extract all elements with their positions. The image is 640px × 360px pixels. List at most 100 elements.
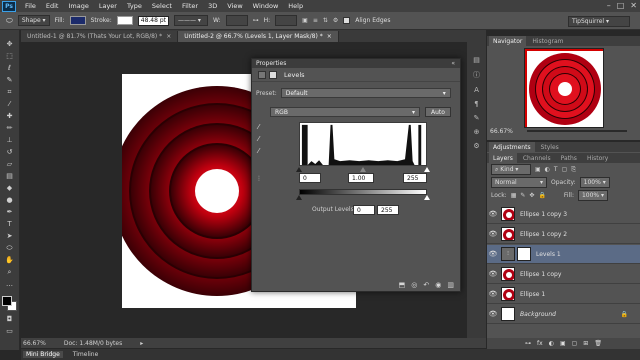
visibility-eye-icon[interactable]: 👁 bbox=[487, 310, 499, 318]
quick-select-tool-icon[interactable]: ✎ bbox=[4, 76, 16, 85]
layer-style-icon[interactable]: fx bbox=[537, 340, 543, 347]
height-field[interactable] bbox=[275, 15, 298, 26]
screen-mode-icon[interactable]: ▭ bbox=[4, 327, 16, 336]
clone-source-panel-icon[interactable]: ⊕ bbox=[474, 128, 480, 136]
input-white-slider[interactable] bbox=[424, 167, 430, 172]
color-swatches[interactable] bbox=[1, 296, 18, 312]
width-field[interactable] bbox=[225, 15, 248, 26]
add-mask-icon[interactable]: ▣ bbox=[560, 340, 566, 347]
stroke-width-field[interactable]: 48.48 pt bbox=[137, 15, 169, 26]
fill-swatch[interactable] bbox=[69, 16, 86, 25]
tab-navigator[interactable]: Navigator bbox=[489, 36, 527, 46]
layer-ellipse-copy[interactable]: 👁 Ellipse 1 copy bbox=[487, 265, 640, 284]
foreground-color[interactable] bbox=[1, 296, 12, 306]
canvas-area[interactable]: Properties « Levels Preset: Default ▾ RGB… bbox=[21, 42, 486, 338]
minimize-button[interactable]: – bbox=[607, 1, 611, 10]
navigator-view-box[interactable] bbox=[525, 49, 603, 127]
character-panel-icon[interactable]: A bbox=[474, 86, 479, 94]
menu-filter[interactable]: Filter bbox=[177, 2, 203, 10]
hand-tool-icon[interactable]: ✋ bbox=[4, 256, 16, 265]
more-tools-icon[interactable]: … bbox=[4, 280, 16, 289]
navigator-thumbnail[interactable] bbox=[524, 48, 604, 128]
auto-button[interactable]: Auto bbox=[425, 107, 451, 117]
properties-title[interactable]: Properties « bbox=[252, 59, 460, 68]
close-tab-icon[interactable]: × bbox=[166, 33, 171, 40]
dodge-tool-icon[interactable]: ● bbox=[4, 196, 16, 205]
mask-icon[interactable] bbox=[269, 70, 277, 79]
view-previous-icon[interactable]: ◎ bbox=[411, 281, 417, 289]
blend-mode-dropdown[interactable]: Normal ▾ bbox=[491, 177, 547, 188]
tab-mini-bridge[interactable]: Mini Bridge bbox=[23, 351, 63, 358]
layer-ellipse-1[interactable]: 👁 Ellipse 1 bbox=[487, 285, 640, 304]
stroke-swatch[interactable] bbox=[116, 16, 133, 25]
filter-pixel-icon[interactable]: ▣ bbox=[535, 166, 541, 173]
collapse-icon[interactable]: « bbox=[451, 60, 455, 67]
info-panel-icon[interactable]: ⓘ bbox=[473, 70, 480, 80]
healing-tool-icon[interactable]: ✚ bbox=[4, 112, 16, 121]
black-point-eyedropper-icon[interactable]: ⁄ bbox=[258, 123, 266, 131]
toggle-visibility-icon[interactable]: ◉ bbox=[435, 281, 441, 289]
lock-all-icon[interactable]: 🔒 bbox=[538, 192, 545, 199]
visibility-eye-icon[interactable]: 👁 bbox=[487, 210, 499, 218]
menu-image[interactable]: Image bbox=[63, 2, 93, 10]
ellipse-shape-tool-icon[interactable]: ⬭ bbox=[4, 244, 16, 253]
gradient-tool-icon[interactable]: ▤ bbox=[4, 172, 16, 181]
tab-layers[interactable]: Layers bbox=[489, 153, 517, 163]
lock-pixels-icon[interactable]: ▦ bbox=[511, 192, 517, 199]
ellipse-tool-icon[interactable]: ⬭ bbox=[6, 16, 13, 26]
white-point-eyedropper-icon[interactable]: ⁄ bbox=[258, 147, 266, 155]
brush-tool-icon[interactable]: ✏ bbox=[4, 124, 16, 133]
zoom-level[interactable]: 66.67% bbox=[23, 340, 46, 347]
menu-file[interactable]: File bbox=[20, 2, 41, 10]
output-black-field[interactable]: 0 bbox=[353, 205, 375, 215]
history-panel-icon[interactable]: ▤ bbox=[473, 56, 480, 64]
filter-type-icon[interactable]: T bbox=[554, 166, 558, 173]
menu-edit[interactable]: Edit bbox=[41, 2, 64, 10]
zoom-tool-icon[interactable]: ⌕ bbox=[4, 268, 16, 277]
delete-layer-icon[interactable]: 🗑 bbox=[594, 340, 602, 347]
clone-stamp-tool-icon[interactable]: ⊥ bbox=[4, 136, 16, 145]
visibility-eye-icon[interactable]: 👁 bbox=[487, 250, 499, 258]
menu-select[interactable]: Select bbox=[147, 2, 177, 10]
filter-adjustment-icon[interactable]: ◐ bbox=[545, 166, 550, 173]
input-white-field[interactable]: 255 bbox=[403, 173, 427, 183]
tab-untitled-2[interactable]: Untitled-2 @ 66.7% (Levels 1, Layer Mask… bbox=[178, 31, 339, 42]
align-edges-checkbox[interactable] bbox=[343, 17, 351, 24]
path-arrangement-icon[interactable]: ⇅ bbox=[323, 17, 328, 24]
channel-dropdown[interactable]: RGB ▾ bbox=[270, 107, 420, 117]
delete-adjustment-icon[interactable]: ▥ bbox=[447, 281, 454, 289]
quick-mask-icon[interactable]: ◘ bbox=[4, 315, 16, 324]
brush-panel-icon[interactable]: ✎ bbox=[474, 114, 480, 122]
stroke-type-dropdown[interactable]: ——— ▾ bbox=[174, 15, 208, 26]
add-adjustment-icon[interactable]: ◐ bbox=[549, 340, 554, 347]
gray-point-eyedropper-icon[interactable]: ⁄ bbox=[258, 135, 266, 143]
tab-styles[interactable]: Styles bbox=[537, 142, 563, 152]
menu-type[interactable]: Type bbox=[122, 2, 147, 10]
settings-gear-icon[interactable]: ⚙ bbox=[333, 17, 338, 24]
menu-3d[interactable]: 3D bbox=[203, 2, 222, 10]
clip-to-layer-icon[interactable]: ⬒ bbox=[399, 281, 406, 289]
menu-layer[interactable]: Layer bbox=[94, 2, 122, 10]
eraser-tool-icon[interactable]: ▱ bbox=[4, 160, 16, 169]
navigator-zoom-slider[interactable] bbox=[527, 130, 627, 132]
blur-tool-icon[interactable]: ◆ bbox=[4, 184, 16, 193]
tab-paths[interactable]: Paths bbox=[557, 153, 581, 163]
new-group-icon[interactable]: ▢ bbox=[572, 340, 578, 347]
filter-smart-icon[interactable]: ⎘ bbox=[571, 166, 576, 174]
layer-levels-1[interactable]: 👁 ⫶ Levels 1 bbox=[487, 245, 640, 264]
properties-panel-icon[interactable]: ⚙ bbox=[473, 142, 479, 150]
paragraph-panel-icon[interactable]: ¶ bbox=[474, 100, 478, 108]
menu-help[interactable]: Help bbox=[283, 2, 308, 10]
visibility-eye-icon[interactable]: 👁 bbox=[487, 270, 499, 278]
link-icon[interactable]: ⊶ bbox=[253, 17, 259, 24]
visibility-eye-icon[interactable]: 👁 bbox=[487, 230, 499, 238]
path-select-tool-icon[interactable]: ➤ bbox=[4, 232, 16, 241]
tab-history[interactable]: History bbox=[583, 153, 612, 163]
workspace-dropdown[interactable]: TipSquirrel ▾ bbox=[568, 16, 630, 27]
status-arrow-icon[interactable]: ▸ bbox=[140, 340, 143, 347]
menu-view[interactable]: View bbox=[222, 2, 247, 10]
maximize-button[interactable]: □ bbox=[617, 1, 625, 10]
tab-untitled-1[interactable]: Untitled-1 @ 81.7% (Thats Your Lot, RGB/… bbox=[21, 31, 179, 42]
path-operations-icon[interactable]: ▣ bbox=[302, 17, 308, 24]
visibility-eye-icon[interactable]: 👁 bbox=[487, 290, 499, 298]
